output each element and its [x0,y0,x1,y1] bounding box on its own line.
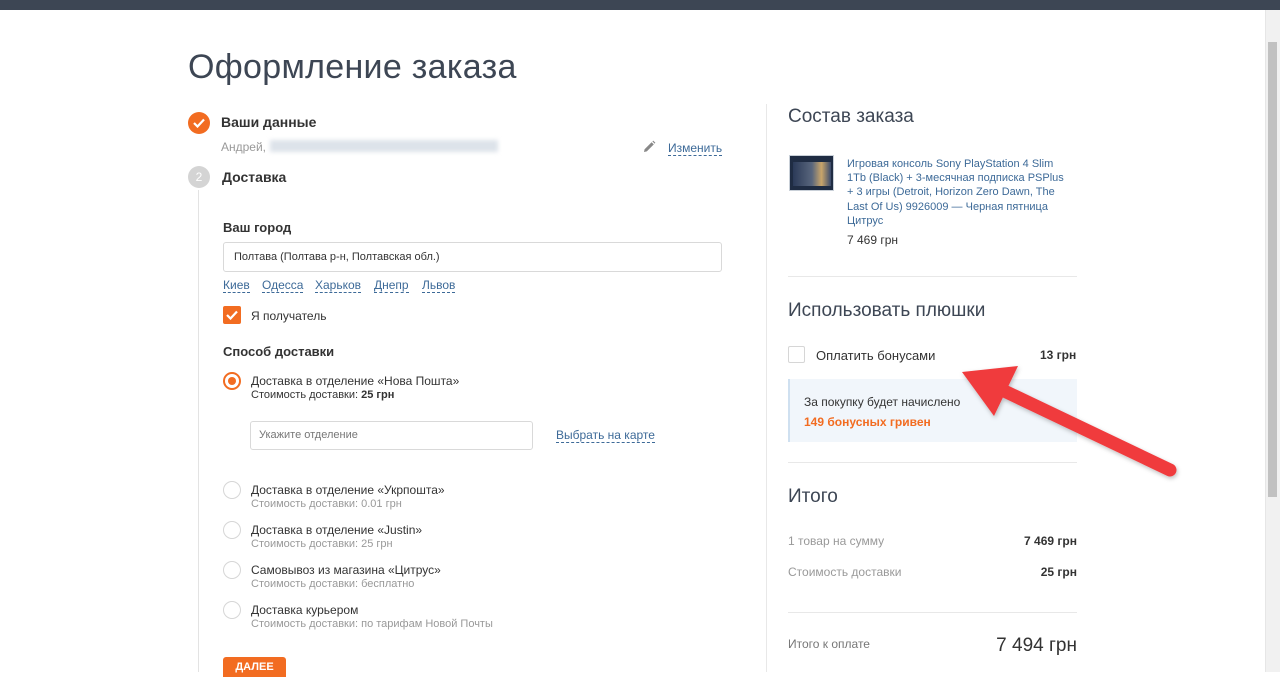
city-input[interactable]: Полтава (Полтава р-н, Полтавская обл.) [223,242,722,272]
total-value: 7 494 грн [996,635,1077,656]
pay-with-bonuses-label: Оплатить бонусами [816,348,936,363]
bonus-note: За покупку будет начислено [804,395,961,409]
option-cost-nova-poshta: Стоимость доставки: 25 грн [251,389,394,401]
option-cost-justin: Стоимость доставки: 25 грн [251,538,393,550]
option-cost-prefix: Стоимость доставки: [251,389,359,401]
redacted-contact [270,140,499,152]
option-cost-courier: Стоимость доставки: по тарифам Новой Поч… [251,618,493,630]
city-link-dnipro[interactable]: Днепр [374,279,409,293]
option-cost-pickup: Стоимость доставки: бесплатно [251,578,415,590]
order-heading: Состав заказа [788,106,914,127]
red-arrow-icon [962,366,1177,477]
divider [788,276,1077,277]
radio-pickup[interactable] [223,561,241,579]
step-number-badge: 2 [188,166,210,188]
city-link-lviv[interactable]: Львов [422,279,456,293]
option-title-justin: Доставка в отделение «Justin» [251,523,423,537]
radio-ukrposhta[interactable] [223,481,241,499]
recipient-label: Я получатель [251,309,327,323]
check-icon [188,112,210,134]
page-title: Оформление заказа [188,48,517,86]
option-title-ukrposhta: Доставка в отделение «Укрпошта» [251,483,445,497]
divider [788,612,1077,613]
delivery-method-label: Способ доставки [223,344,335,359]
step-delivery-title: Доставка [222,169,287,185]
edit-data-link[interactable]: Изменить [668,142,723,156]
top-header-bar [0,0,1280,10]
city-link-kharkiv[interactable]: Харьков [315,279,362,293]
items-sum-value: 7 469 грн [1024,534,1077,548]
bonus-earned: 149 бонусных гривен [804,415,931,429]
step-your-data-title: Ваши данные [221,114,317,130]
product-image[interactable] [789,155,834,191]
bonuses-heading: Использовать плюшки [788,300,986,321]
column-divider [766,104,767,672]
radio-nova-poshta[interactable] [223,372,241,390]
next-button[interactable]: ДАЛЕЕ [223,657,286,677]
pay-with-bonuses-checkbox[interactable] [788,346,805,363]
steps-timeline [198,190,199,672]
option-title-pickup: Самовывоз из магазина «Цитрус» [251,563,441,577]
city-link-kyiv[interactable]: Киев [223,279,250,293]
radio-courier[interactable] [223,601,241,619]
product-name-link[interactable]: Игровая консоль Sony PlayStation 4 Slim … [847,157,1067,228]
pencil-icon[interactable] [642,140,656,154]
product-price: 7 469 грн [847,233,899,247]
city-link-odesa[interactable]: Одесса [262,279,304,293]
choose-on-map-link[interactable]: Выбрать на карте [556,429,655,443]
delivery-cost-value: 25 грн [1040,565,1077,579]
summary-heading: Итого [788,486,838,507]
option-cost-ukrposhta: Стоимость доставки: 0.01 грн [251,498,402,510]
recipient-checkbox[interactable] [223,306,241,324]
option-title-nova-poshta: Доставка в отделение «Нова Пошта» [251,374,460,388]
customer-name: Андрей, [221,140,267,154]
scrollbar-thumb[interactable] [1268,42,1277,497]
total-label: Итого к оплате [788,637,870,651]
items-sum-label: 1 товар на сумму [788,534,885,548]
customer-info: Андрей, [221,140,499,154]
branch-input[interactable]: Укажите отделение [250,421,533,450]
city-label: Ваш город [223,220,292,235]
radio-justin[interactable] [223,521,241,539]
delivery-cost-label: Стоимость доставки [788,565,902,579]
option-cost-value: 25 грн [361,389,395,401]
option-title-courier: Доставка курьером [251,603,359,617]
